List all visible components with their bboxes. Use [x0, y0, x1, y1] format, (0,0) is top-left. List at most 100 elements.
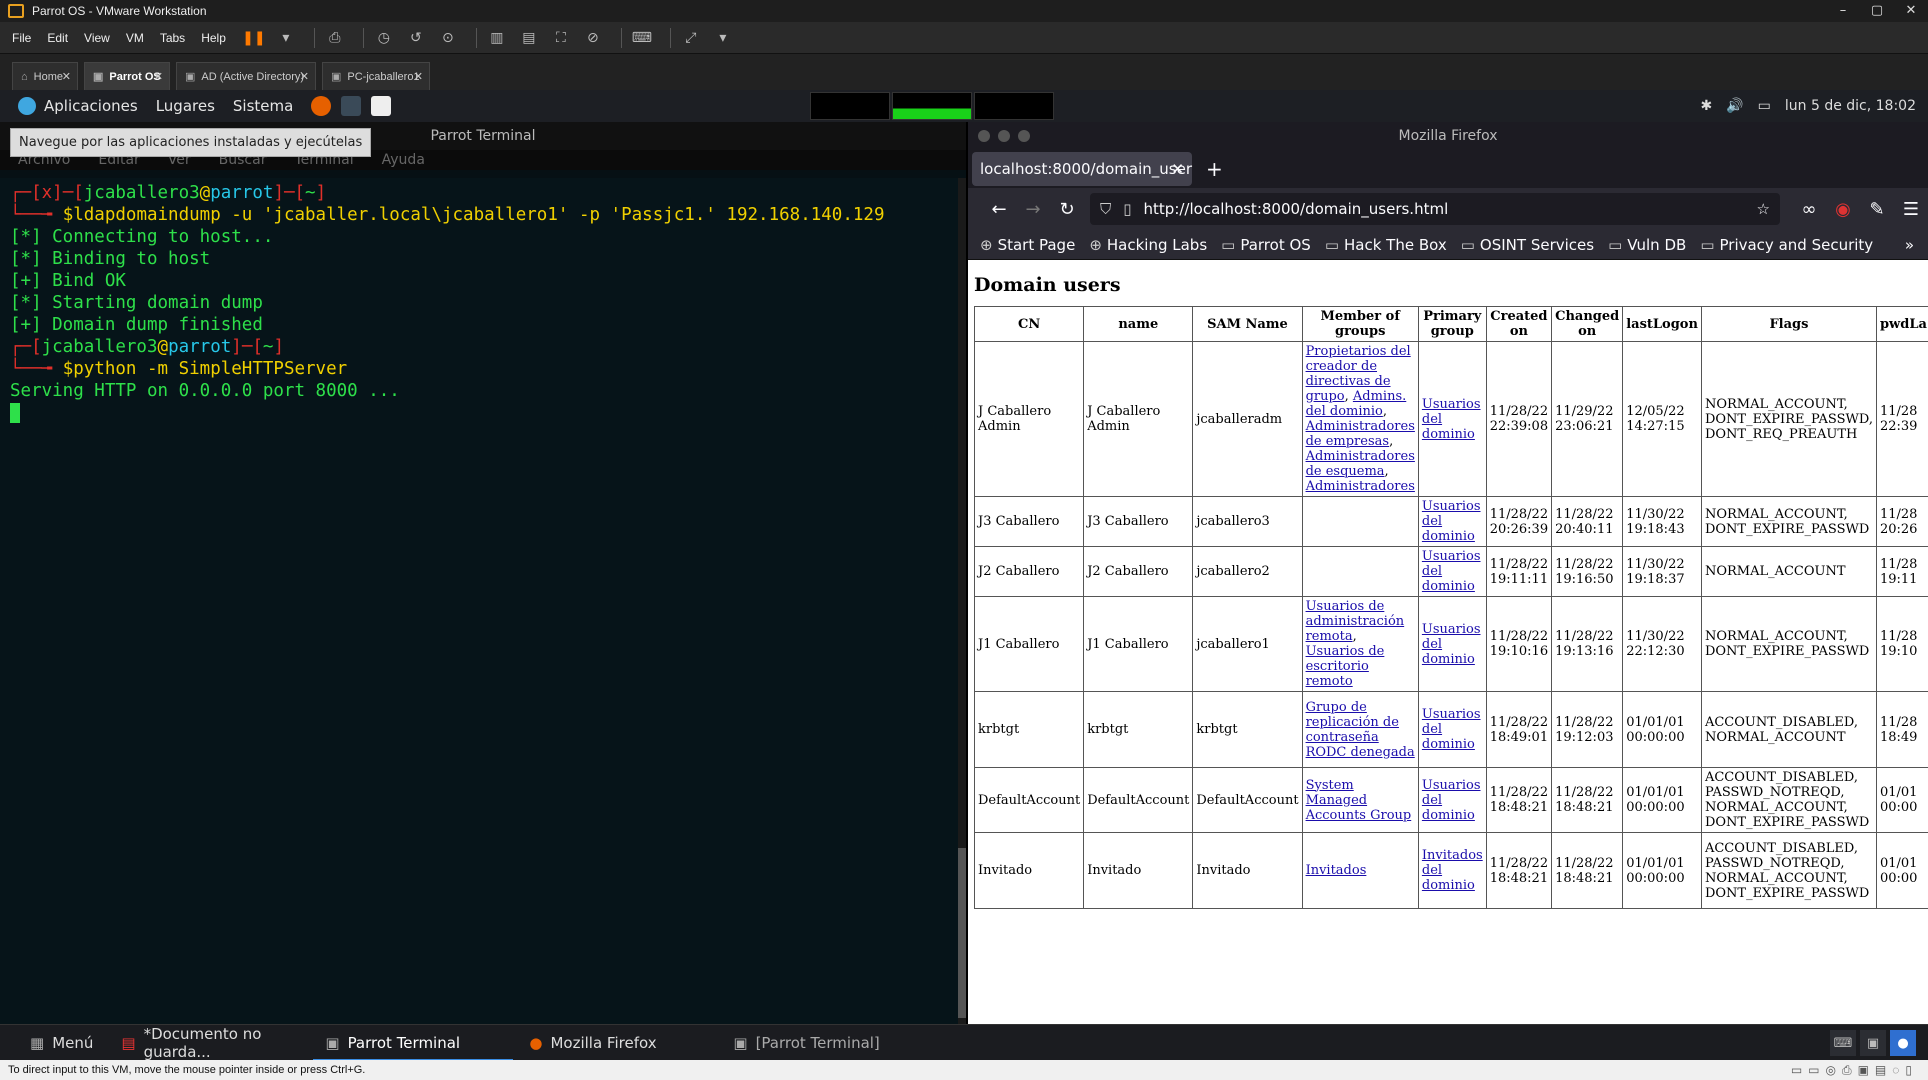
group-link[interactable]: Administradores de empresas — [1306, 419, 1415, 449]
bookmark-hacking-labs[interactable]: ⊕ Hacking Labs — [1089, 236, 1207, 254]
pause-icon[interactable]: ❚❚ — [242, 28, 266, 48]
group-link[interactable]: System Managed Accounts Group — [1306, 778, 1412, 823]
tray-firefox-icon[interactable]: ● — [1890, 1030, 1916, 1056]
shield-icon[interactable]: ⛉ — [1100, 200, 1111, 218]
window-close-dot-icon[interactable] — [978, 130, 990, 142]
forward-icon[interactable]: → — [1016, 199, 1050, 220]
window-maximize-dot-icon[interactable] — [1018, 130, 1030, 142]
menu-lugares[interactable]: Lugares — [156, 97, 215, 115]
cell-created: 11/28/22 18:48:21 — [1485, 832, 1553, 909]
group-link[interactable]: Usuarios de escritorio remoto — [1306, 644, 1385, 689]
snapshot-manager-icon[interactable]: ⊙ — [436, 28, 460, 48]
close-tab-icon[interactable]: ✕ — [62, 70, 71, 83]
volume-icon[interactable]: 🔊 — [1726, 98, 1743, 114]
tab-pc-jcaballero1[interactable]: ▣ PC-jcaballero1 ✕ — [322, 62, 430, 90]
bluetooth-icon[interactable]: ✱ — [1700, 98, 1712, 114]
device-icons[interactable]: ▭▭◎⎙▣▤◌▯ — [1791, 1063, 1918, 1078]
fullscreen-icon[interactable]: ⛶ — [549, 28, 573, 48]
menu-edit[interactable]: Edit — [47, 31, 68, 45]
primary-group-link[interactable]: Usuarios del dominio — [1422, 499, 1481, 544]
clock[interactable]: lun 5 de dic, 18:02 — [1785, 98, 1916, 114]
cell-groups — [1301, 496, 1419, 547]
unity-icon[interactable]: ⊘ — [581, 28, 605, 48]
network-graph — [974, 92, 1054, 120]
parrot-logo-icon[interactable] — [18, 97, 36, 115]
close-icon[interactable]: ✕ — [1894, 0, 1928, 22]
menu-aplicaciones[interactable]: Aplicaciones — [44, 97, 138, 115]
taskbar-item-firefox[interactable]: ● Mozilla Firefox — [517, 1025, 717, 1061]
close-tab-icon[interactable]: ✕ — [154, 70, 163, 83]
cell-created: 11/28/22 22:39:08 — [1485, 341, 1553, 497]
bookmark-osint[interactable]: ▭ OSINT Services — [1461, 236, 1594, 254]
primary-group-link[interactable]: Usuarios del dominio — [1422, 397, 1481, 442]
minimize-icon[interactable]: – — [1826, 0, 1860, 22]
menu-vm[interactable]: VM — [126, 31, 144, 45]
dropdown-icon[interactable]: ▾ — [274, 28, 298, 48]
stretch-dropdown-icon[interactable]: ▾ — [711, 28, 735, 48]
group-link[interactable]: Grupo de replicación de contraseña RODC … — [1306, 700, 1415, 760]
bookmark-star-icon[interactable]: ☆ — [1757, 200, 1770, 218]
tools-icon[interactable]: ✎ — [1860, 199, 1894, 220]
close-tab-icon[interactable]: ✕ — [1171, 160, 1184, 178]
command-line: $ldapdomaindump -u 'jcaballer.local\jcab… — [62, 205, 885, 225]
ublock-icon[interactable]: ◉ — [1826, 199, 1860, 220]
maximize-icon[interactable]: ▢ — [1860, 0, 1894, 22]
terminal-launcher-icon[interactable] — [341, 96, 362, 116]
menu-file[interactable]: File — [12, 31, 31, 45]
primary-group-link[interactable]: Usuarios del dominio — [1422, 622, 1481, 667]
bookmark-vuln-db[interactable]: ▭ Vuln DB — [1608, 236, 1686, 254]
bookmark-parrot-os[interactable]: ▭ Parrot OS — [1221, 236, 1311, 254]
bookmarks-overflow-icon[interactable]: » — [1905, 236, 1914, 254]
reload-icon[interactable]: ↻ — [1050, 199, 1084, 220]
terminal-scrollbar[interactable] — [958, 178, 966, 1024]
cell-sam: jcaballero2 — [1192, 546, 1303, 597]
tab-home[interactable]: ⌂ Home ✕ — [12, 62, 78, 90]
bookmark-privacy[interactable]: ▭ Privacy and Security — [1700, 236, 1873, 254]
term-menu-ayuda[interactable]: Ayuda — [382, 152, 425, 168]
library-icon[interactable]: ▥ — [485, 28, 509, 48]
start-menu-button[interactable]: ▦ Menú — [18, 1025, 105, 1061]
menu-help[interactable]: Help — [201, 31, 226, 45]
url-bar[interactable]: ⛉ ▯ http://localhost:8000/domain_users.h… — [1090, 193, 1780, 225]
menu-icon[interactable]: ☰ — [1894, 199, 1928, 220]
new-tab-icon[interactable]: + — [1206, 157, 1223, 181]
close-tab-icon[interactable]: ✕ — [300, 70, 309, 83]
workspace-icon[interactable]: ⌨ — [1830, 1030, 1856, 1056]
menu-sistema[interactable]: Sistema — [233, 97, 293, 115]
output-line: [+] Bind OK — [10, 271, 126, 291]
extension-icon[interactable]: ∞ — [1792, 199, 1826, 220]
stretch-icon[interactable]: ⤢ — [679, 28, 703, 48]
back-icon[interactable]: ← — [982, 199, 1016, 220]
primary-group-link[interactable]: Usuarios del dominio — [1422, 707, 1481, 752]
tab-ad[interactable]: ▣ AD (Active Directory) ✕ — [176, 62, 316, 90]
taskbar-item-editor[interactable]: ▤ *Documento no guarda... — [109, 1025, 309, 1061]
browser-tab[interactable]: localhost:8000/domain_user ✕ — [972, 152, 1192, 186]
bookmark-start-page[interactable]: ⊕ Start Page — [980, 236, 1075, 254]
firefox-launcher-icon[interactable] — [311, 96, 332, 116]
snapshot-icon[interactable]: ◷ — [372, 28, 396, 48]
group-link[interactable]: Administradores — [1306, 479, 1415, 494]
send-ctrl-alt-del-icon[interactable]: ⎙ — [323, 28, 347, 48]
primary-group-link[interactable]: Usuarios del dominio — [1422, 549, 1481, 594]
thumbnail-icon[interactable]: ▤ — [517, 28, 541, 48]
display-icon[interactable]: ▭ — [1758, 98, 1771, 114]
menu-view[interactable]: View — [84, 31, 110, 45]
console-view-icon[interactable]: ⌨ — [630, 28, 654, 48]
primary-group-link[interactable]: Usuarios del dominio — [1422, 778, 1481, 823]
primary-group-link[interactable]: Invitados del dominio — [1422, 848, 1483, 893]
bookmark-hack-the-box[interactable]: ▭ Hack The Box — [1325, 236, 1447, 254]
taskbar-item-terminal[interactable]: ▣ Parrot Terminal — [313, 1025, 514, 1061]
cell-created: 11/28/22 19:11:11 — [1485, 546, 1553, 597]
window-minimize-dot-icon[interactable] — [998, 130, 1010, 142]
group-link[interactable]: Invitados — [1306, 863, 1367, 878]
group-link[interactable]: Usuarios de administración remota — [1306, 599, 1405, 644]
menu-tabs[interactable]: Tabs — [160, 31, 185, 45]
tab-parrot-os[interactable]: ▣ Parrot OS ✕ — [84, 62, 170, 90]
text-editor-launcher-icon[interactable] — [371, 96, 392, 116]
terminal-output[interactable]: ┌─[x]─[jcaballero3@parrot]─[~] └──╼ $lda… — [0, 178, 958, 1024]
group-link[interactable]: Administradores de esquema — [1306, 449, 1415, 479]
revert-snapshot-icon[interactable]: ↺ — [404, 28, 428, 48]
taskbar-item-terminal-2[interactable]: ▣ [Parrot Terminal] — [721, 1025, 921, 1061]
tray-terminal-icon[interactable]: ▣ — [1860, 1030, 1886, 1056]
close-tab-icon[interactable]: ✕ — [414, 70, 423, 83]
